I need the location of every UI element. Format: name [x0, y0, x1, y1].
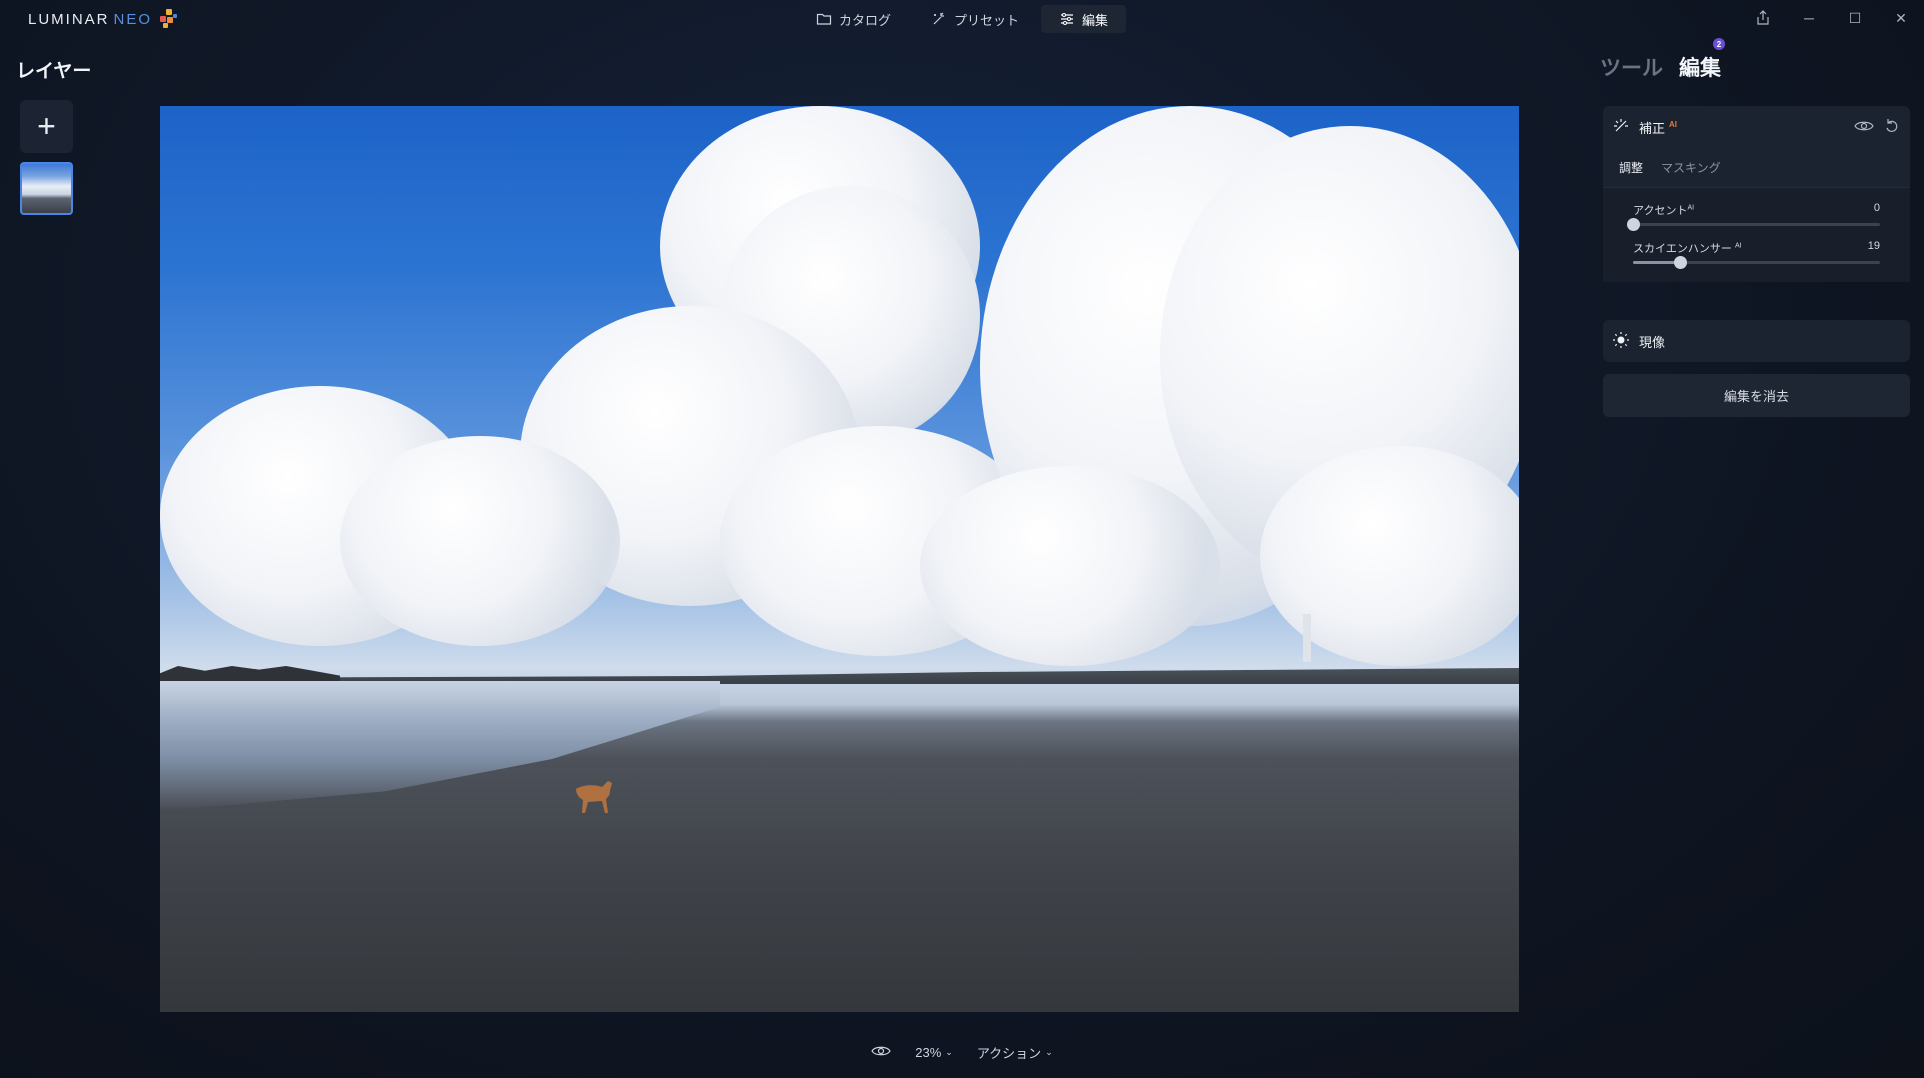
nav-edit[interactable]: 編集	[1041, 5, 1127, 33]
nav-presets-label: プリセット	[953, 12, 1019, 28]
develop-card[interactable]: 現像	[1603, 320, 1910, 362]
maximize-icon[interactable]: ☐	[1832, 0, 1878, 36]
close-icon[interactable]: ✕	[1878, 0, 1924, 36]
develop-header[interactable]: 現像	[1603, 320, 1910, 362]
accent-track[interactable]	[1627, 218, 1880, 231]
subtab-adjust[interactable]: 調整	[1619, 159, 1643, 176]
right-panel-tabs: ツール 編集 2	[1600, 38, 1725, 82]
ai-tag: AI	[1669, 119, 1678, 129]
sky-enhancer-track[interactable]	[1633, 256, 1880, 269]
chevron-down-icon: ⌄	[1045, 1046, 1053, 1057]
main-nav: カタログ プリセット 編集	[0, 5, 1924, 33]
subtab-masking[interactable]: マスキング	[1661, 159, 1721, 176]
sky-enhancer-slider[interactable]: スカイエンハンサー AI 19	[1633, 240, 1880, 269]
develop-title: 現像	[1639, 334, 1666, 350]
eye-icon	[871, 1044, 891, 1061]
actions-label: アクション	[976, 1045, 1042, 1061]
photo-canvas[interactable]	[160, 106, 1519, 1012]
sky-enhancer-knob[interactable]	[1673, 256, 1687, 269]
preview-toggle[interactable]	[871, 1044, 891, 1061]
clear-edits-button[interactable]: 編集を消去	[1603, 374, 1910, 417]
accent-slider[interactable]: アクセントAI 0	[1627, 202, 1880, 231]
enhance-subtabs: 調整 マスキング	[1603, 148, 1910, 188]
title-bar: LUMINAR NEO カタログ プリセット 編集 ─ ☐ ✕	[0, 0, 1924, 36]
actions-dropdown[interactable]: アクション ⌄	[977, 1043, 1053, 1062]
visibility-eye-icon[interactable]	[1854, 119, 1874, 136]
add-layer-button[interactable]: +	[20, 100, 73, 153]
tab-edits[interactable]: 編集 2	[1679, 38, 1725, 82]
reset-icon[interactable]	[1884, 118, 1900, 137]
edit-count-badge: 2	[1713, 38, 1725, 50]
sun-icon	[1613, 331, 1629, 351]
minimize-icon[interactable]: ─	[1786, 0, 1832, 36]
accent-knob[interactable]	[1627, 218, 1640, 231]
dog-figure	[576, 781, 612, 813]
folder-icon	[816, 11, 832, 27]
tab-edits-label: 編集	[1679, 57, 1721, 80]
bottom-toolbar: 23% ⌄ アクション ⌄	[0, 1040, 1924, 1064]
enhance-title: 補正	[1639, 120, 1666, 136]
window-controls: ─ ☐ ✕	[1740, 0, 1924, 36]
zoom-dropdown[interactable]: 23% ⌄	[915, 1045, 953, 1060]
enhance-wand-icon	[1613, 118, 1629, 137]
chevron-down-icon: ⌄	[945, 1046, 953, 1057]
sliders-icon	[1059, 11, 1075, 27]
nav-catalog[interactable]: カタログ	[798, 5, 909, 33]
nav-edit-label: 編集	[1082, 12, 1109, 28]
accent-value: 0	[1873, 202, 1880, 214]
nav-catalog-label: カタログ	[838, 12, 891, 28]
layer-thumbnail[interactable]	[20, 162, 73, 215]
share-icon[interactable]	[1740, 0, 1786, 36]
sky-enhancer-label: スカイエンハンサー AI	[1633, 242, 1742, 255]
sky-enhancer-value: 19	[1867, 240, 1880, 252]
tab-tools[interactable]: ツール	[1600, 52, 1663, 82]
layers-title: レイヤー	[16, 61, 92, 82]
accent-label: アクセントAI	[1633, 204, 1695, 217]
enhance-card: 補正 AI 調整 マスキング アクセントAI 0 スカイエンハンサー AI 19	[1603, 106, 1910, 282]
sparkle-icon	[931, 11, 947, 27]
zoom-value: 23%	[915, 1044, 942, 1060]
enhance-header[interactable]: 補正 AI	[1603, 106, 1910, 148]
slider-group: アクセントAI 0 スカイエンハンサー AI 19	[1603, 188, 1910, 282]
nav-presets[interactable]: プリセット	[913, 5, 1037, 33]
